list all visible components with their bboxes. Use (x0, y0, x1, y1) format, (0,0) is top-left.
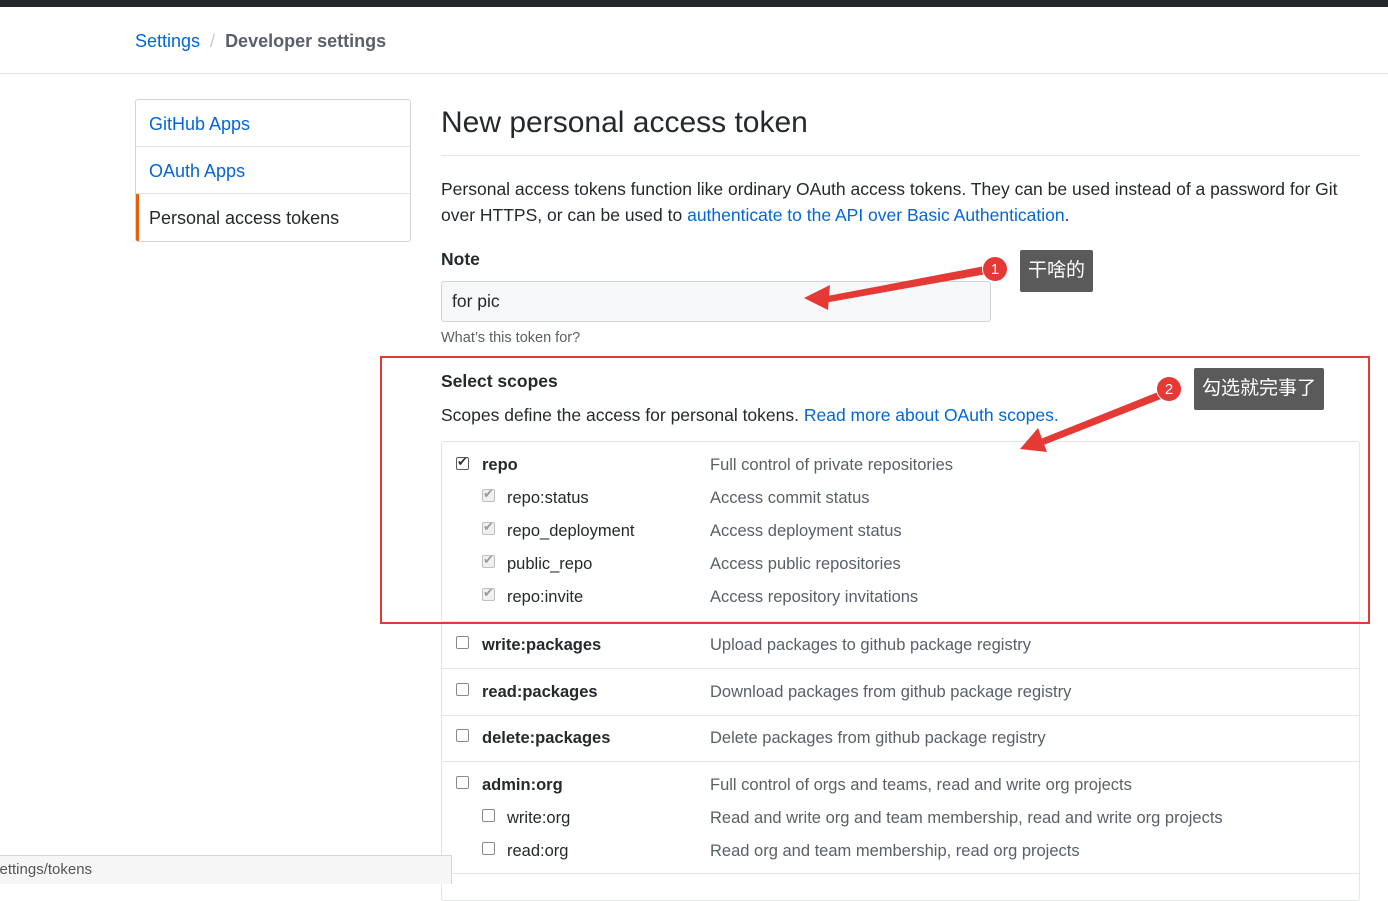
note-label: Note (441, 249, 480, 269)
annotation-tip-1: 干啥的 (1020, 250, 1094, 292)
scope-row-write-packages: write:packages Upload packages to github… (442, 630, 1359, 663)
scope-desc-write-packages: Upload packages to github package regist… (710, 636, 1032, 654)
status-url: settings/tokens (0, 861, 93, 878)
scope-checkbox-write-packages[interactable] (456, 636, 469, 649)
note-hint: What’s this token for? (441, 330, 581, 346)
main-content: New personal access token Personal acces… (441, 99, 1360, 901)
basic-auth-link[interactable]: authenticate to the API over Basic Authe… (687, 205, 1064, 225)
annotation-tip-2: 勾选就完事了 (1194, 368, 1325, 410)
scope-name-read-packages: read:packages (482, 683, 598, 701)
sidebar-item-personal-access-tokens[interactable]: Personal access tokens (136, 194, 410, 241)
settings-sidebar: GitHub Apps OAuth Apps Personal access t… (135, 99, 411, 242)
scope-group-admin-org (442, 767, 1359, 874)
scope-row-delete-packages: delete:packages Delete packages from git… (442, 723, 1359, 756)
sidebar-item-github-apps[interactable]: GitHub Apps (136, 100, 410, 147)
page-title: New personal access token (441, 99, 1360, 156)
breadcrumb-settings-link[interactable]: Settings (135, 31, 200, 51)
scope-checkbox-read-packages[interactable] (456, 683, 469, 696)
scope-checkbox-delete-packages[interactable] (456, 729, 469, 742)
scope-name-write-packages: write:packages (482, 636, 602, 654)
top-header-bar (0, 0, 1388, 7)
intro-text: Personal access tokens function like ord… (441, 176, 1360, 228)
annotation-badge-2: 2 (1156, 376, 1182, 402)
intro-end: . (1064, 205, 1070, 225)
breadcrumb: Settings / Developer settings (135, 31, 386, 52)
sidebar-item-oauth-apps[interactable]: OAuth Apps (136, 147, 410, 194)
breadcrumb-current: Developer settings (225, 31, 387, 51)
scope-name-delete-packages: delete:packages (482, 729, 611, 747)
browser-status-bar: settings/tokens (0, 855, 452, 884)
scope-desc-read-packages: Download packages from github package re… (710, 683, 1072, 701)
breadcrumb-separator: / (210, 31, 216, 51)
scope-row-read-packages: read:packages Download packages from git… (442, 677, 1359, 710)
breadcrumb-bar: Settings / Developer settings (0, 7, 1388, 74)
note-input[interactable]: for pic (441, 281, 991, 322)
annotation-badge-1: 1 (982, 256, 1008, 282)
scope-desc-delete-packages: Delete packages from github package regi… (710, 729, 1046, 747)
